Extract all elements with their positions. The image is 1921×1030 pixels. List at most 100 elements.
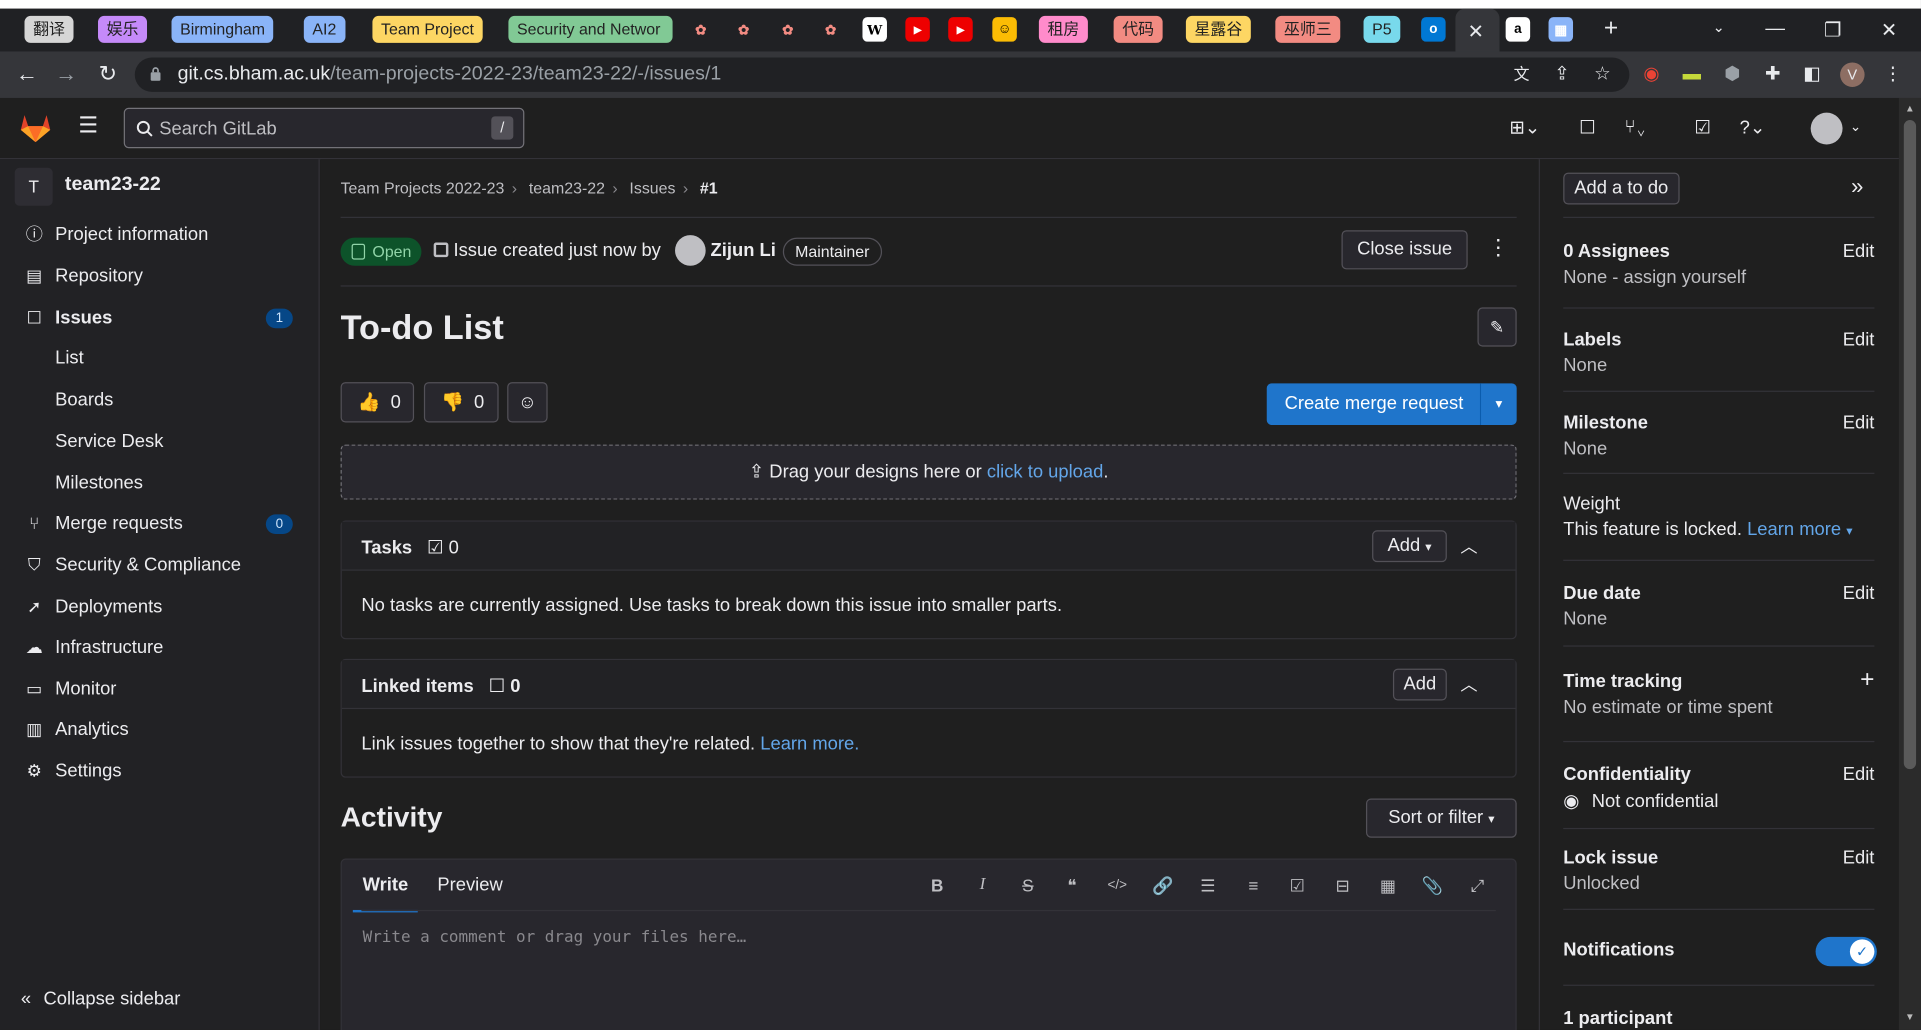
gear-red-icon[interactable]: ✿	[731, 17, 756, 41]
tab-preview[interactable]: Preview	[437, 874, 502, 895]
minimize-icon[interactable]: —	[1757, 18, 1794, 40]
edit-milestone-button[interactable]: Edit	[1843, 413, 1875, 434]
breadcrumb-item[interactable]: Team Projects 2022-23	[341, 179, 505, 197]
collapsible-icon[interactable]: ⊟	[1332, 874, 1354, 896]
chevron-up-icon[interactable]: ︿	[1460, 672, 1477, 696]
tab-group-entertainment[interactable]: 娱乐	[98, 15, 148, 43]
tab-group-witcher[interactable]: 巫师三	[1275, 15, 1341, 43]
click-to-upload-link[interactable]: click to upload	[987, 462, 1103, 483]
share-icon[interactable]: ⇪	[1550, 62, 1575, 86]
sidebar-item-security-compliance[interactable]: ⛉ Security & Compliance	[0, 547, 320, 584]
thumbs-up-button[interactable]: 👍 0	[340, 382, 415, 423]
amazon-icon[interactable]: a	[1505, 17, 1531, 42]
author-name[interactable]: Zijun Li	[711, 240, 776, 261]
create-merge-request-dropdown[interactable]: ▾	[1479, 383, 1517, 425]
sidepanel-icon[interactable]: ◧	[1800, 62, 1825, 86]
sidebar-item-issues[interactable]: ☐ Issues 1	[0, 300, 320, 337]
assign-yourself-link[interactable]: None - assign yourself	[1563, 267, 1874, 288]
comment-textarea[interactable]: Write a comment or drag your files here…	[363, 928, 747, 946]
design-dropzone[interactable]: ⇪ Drag your designs here or click to upl…	[340, 444, 1517, 500]
quote-icon[interactable]: ❝	[1061, 874, 1083, 896]
add-linked-item-button[interactable]: Add	[1392, 668, 1447, 701]
scroll-down-icon[interactable]: ▼	[1905, 1012, 1915, 1023]
numbered-list-icon[interactable]: ≡	[1242, 874, 1264, 896]
breadcrumb-item[interactable]: team23-22	[529, 179, 605, 197]
sidebar-item-settings[interactable]: ⚙ Settings	[0, 753, 320, 790]
more-actions-icon[interactable]: ⋮	[1487, 235, 1509, 261]
sidebar-item-monitor[interactable]: ▭ Monitor	[0, 671, 320, 708]
gear-red-icon[interactable]: ✿	[689, 17, 714, 41]
tab-group-security[interactable]: Security and Networ	[508, 15, 673, 43]
collapse-sidebar-button[interactable]: « Collapse sidebar	[21, 988, 181, 1009]
url-bar[interactable]: git.cs.bham.ac.uk/team-projects-2022-23/…	[134, 57, 1630, 92]
sidebar-item-project-information[interactable]: ⓘ Project information	[0, 217, 320, 254]
tab-group-code[interactable]: 代码	[1113, 15, 1163, 43]
edit-confidentiality-button[interactable]: Edit	[1843, 764, 1875, 785]
todos-icon[interactable]: ☑	[1694, 116, 1710, 139]
window-close-icon[interactable]: ✕	[1871, 18, 1908, 42]
strikethrough-icon[interactable]: S	[1017, 874, 1039, 896]
notifications-toggle[interactable]: ✓	[1815, 936, 1877, 967]
bold-icon[interactable]: B	[926, 874, 948, 896]
youtube-icon[interactable]: ▶	[948, 17, 973, 42]
create-new-icon[interactable]: ⊞⌄	[1509, 116, 1540, 139]
thumbs-down-button[interactable]: 👎 0	[423, 382, 499, 423]
tab-group-translate[interactable]: 翻译	[24, 15, 74, 43]
merge-requests-icon[interactable]: ⑂⌄	[1624, 116, 1646, 137]
issues-icon[interactable]: ☐	[1579, 116, 1595, 139]
tab-group-stardew[interactable]: 星露谷	[1185, 15, 1251, 43]
gitlab-logo-icon[interactable]	[18, 111, 52, 143]
tab-group-rent[interactable]: 租房	[1038, 15, 1088, 43]
help-icon[interactable]: ?⌄	[1740, 116, 1766, 139]
author-avatar[interactable]	[675, 235, 706, 266]
edit-labels-button[interactable]: Edit	[1843, 329, 1875, 350]
kebab-menu-icon[interactable]: ⋮	[1881, 62, 1906, 86]
project-name[interactable]: team23-22	[65, 174, 161, 196]
checklist-icon[interactable]: ☑	[1286, 874, 1308, 896]
sidebar-item-merge-requests[interactable]: ⑂ Merge requests 0	[0, 506, 320, 543]
app-grid-icon[interactable]: ▦	[1548, 17, 1574, 42]
extensions-icon[interactable]: ✚	[1760, 62, 1785, 86]
profile-avatar[interactable]: V	[1840, 62, 1865, 87]
app-icon[interactable]: ☺	[992, 17, 1017, 42]
sidebar-item-deployments[interactable]: ➚ Deployments	[0, 589, 320, 626]
chevron-up-icon[interactable]: ︿	[1460, 534, 1477, 558]
youtube-icon[interactable]: ▶	[905, 17, 930, 42]
attachment-icon[interactable]: 📎	[1421, 874, 1443, 896]
add-time-icon[interactable]: +	[1860, 666, 1874, 694]
sort-filter-dropdown[interactable]: Sort or filter ▾	[1365, 798, 1517, 838]
close-issue-button[interactable]: Close issue	[1341, 230, 1468, 270]
link-icon[interactable]: 🔗	[1152, 874, 1174, 896]
forward-icon[interactable]: →	[51, 61, 80, 87]
sidebar-item-infrastructure[interactable]: ☁ Infrastructure	[0, 629, 320, 666]
sidebar-item-repository[interactable]: ▤ Repository	[0, 258, 320, 295]
collapse-right-sidebar-icon[interactable]: »	[1851, 174, 1863, 200]
scroll-up-icon[interactable]: ▲	[1905, 103, 1915, 114]
chevron-down-icon[interactable]: ⌄	[1850, 119, 1861, 135]
edit-due-date-button[interactable]: Edit	[1843, 583, 1875, 604]
outlook-icon[interactable]: o	[1421, 17, 1446, 42]
reload-icon[interactable]: ↻	[93, 61, 122, 87]
translate-icon[interactable]: 文	[1509, 62, 1534, 86]
sidebar-item-milestones[interactable]: Milestones	[0, 465, 320, 502]
bullet-list-icon[interactable]: ☰	[1197, 874, 1219, 896]
edit-assignees-button[interactable]: Edit	[1843, 241, 1875, 262]
sidebar-item-list[interactable]: List	[0, 340, 320, 377]
page-scrollbar[interactable]: ▲ ▼	[1898, 97, 1921, 1030]
project-avatar[interactable]: T	[14, 167, 53, 206]
breadcrumb-item-current[interactable]: #1	[700, 179, 718, 197]
hamburger-menu-icon[interactable]: ☰	[78, 113, 98, 139]
user-avatar[interactable]	[1810, 112, 1843, 145]
tab-group-p5[interactable]: P5	[1363, 15, 1401, 43]
weight-learn-more-link[interactable]: Learn more ▾	[1747, 519, 1852, 540]
add-todo-button[interactable]: Add a to do	[1563, 172, 1680, 205]
breadcrumb-item[interactable]: Issues	[629, 179, 675, 197]
italic-icon[interactable]: I	[972, 874, 994, 896]
new-tab-icon[interactable]: +	[1593, 15, 1630, 43]
wikipedia-icon[interactable]: W	[862, 17, 887, 42]
add-reaction-button[interactable]: ☺	[507, 382, 548, 423]
search-input[interactable]: Search GitLab /	[123, 107, 525, 149]
table-icon[interactable]: ▦	[1377, 874, 1399, 896]
tab-group-birmingham[interactable]: Birmingham	[171, 15, 274, 43]
ext-cube-icon[interactable]: ⬢	[1720, 62, 1745, 86]
